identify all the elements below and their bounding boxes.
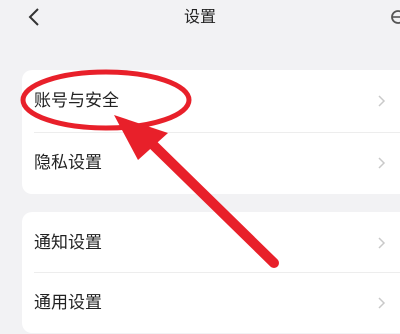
- settings-card-account-privacy: 账号与安全 隐私设置: [22, 70, 400, 194]
- chevron-right-icon: [378, 297, 386, 309]
- chevron-right-icon: [378, 237, 386, 249]
- settings-row-label: 账号与安全: [34, 91, 119, 111]
- settings-card-notification-general: 通知设置 通用设置: [22, 212, 400, 333]
- settings-row-privacy[interactable]: 隐私设置: [22, 132, 400, 194]
- settings-partial-icon: [391, 10, 400, 24]
- settings-row-general[interactable]: 通用设置: [22, 272, 400, 334]
- chevron-right-icon: [378, 95, 386, 107]
- page-title: 设置: [183, 7, 216, 26]
- settings-row-account-security[interactable]: 账号与安全: [22, 70, 400, 132]
- settings-row-label: 通知设置: [34, 233, 102, 253]
- chevron-right-icon: [378, 157, 386, 169]
- settings-icon[interactable]: [386, 6, 400, 28]
- settings-row-label: 隐私设置: [34, 153, 102, 173]
- settings-row-notification[interactable]: 通知设置: [22, 212, 400, 274]
- settings-row-label: 通用设置: [34, 293, 102, 313]
- top-bar: 设置: [0, 0, 400, 44]
